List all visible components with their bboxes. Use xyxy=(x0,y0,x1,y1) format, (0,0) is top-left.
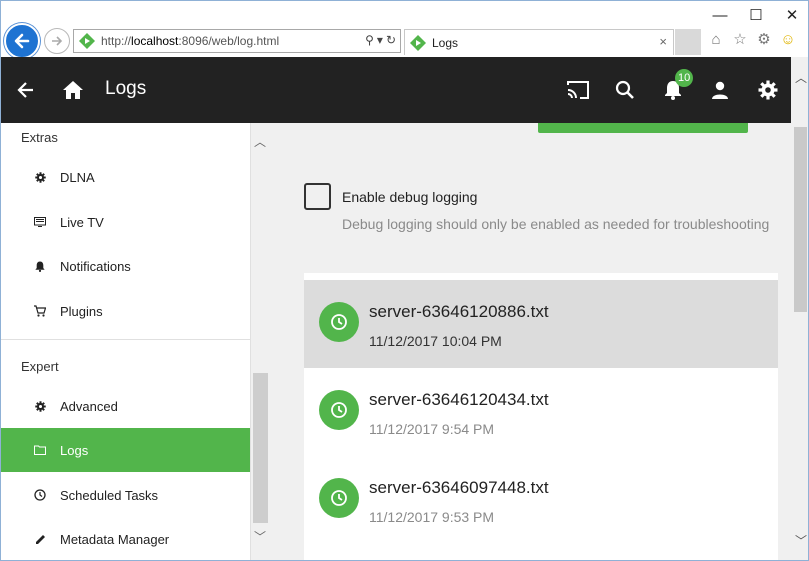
search-icon xyxy=(615,80,634,99)
debug-logging-label: Enable debug logging xyxy=(342,189,478,205)
settings-button[interactable] xyxy=(751,73,785,107)
arrow-left-icon xyxy=(14,33,30,49)
pencil-icon xyxy=(34,533,46,545)
window-controls: — ☐ ✕ xyxy=(702,1,808,29)
gear-icon xyxy=(34,400,46,412)
user-button[interactable] xyxy=(703,73,737,107)
minimize-button[interactable]: — xyxy=(702,1,738,29)
chevron-up-icon[interactable]: ︿ xyxy=(795,69,807,86)
settings-gear-icon[interactable]: ⚙ xyxy=(755,30,773,48)
page-title: Logs xyxy=(105,78,147,99)
sidebar-item-label: Scheduled Tasks xyxy=(60,487,159,503)
search-button[interactable] xyxy=(608,73,642,107)
cast-button[interactable] xyxy=(561,73,595,107)
browser-window: — ☐ ✕ http://localhost:8096/web/log.html… xyxy=(0,0,809,561)
sidebar-item-label: Logs xyxy=(60,442,89,458)
home-icon xyxy=(63,81,83,99)
emby-favicon-icon xyxy=(79,33,95,49)
debug-logging-checkbox[interactable] xyxy=(304,183,331,210)
app-header: Logs 10 xyxy=(1,57,808,123)
address-bar[interactable]: http://localhost:8096/web/log.html ⚲ ▾ ↻ xyxy=(73,29,401,53)
gear-icon xyxy=(34,171,46,183)
log-item[interactable]: server-63646120434.txt 11/12/2017 9:54 P… xyxy=(304,368,778,456)
sidebar-item-notifications[interactable]: Notifications xyxy=(1,244,250,288)
page-scrollbar[interactable]: ︿ ﹀ xyxy=(791,57,808,560)
clock-icon xyxy=(319,478,359,518)
sidebar-item-label: DLNA xyxy=(60,169,95,185)
bell-icon xyxy=(34,260,46,272)
user-icon xyxy=(712,81,728,99)
maximize-button[interactable]: ☐ xyxy=(738,1,774,29)
sidebar-item-logs[interactable]: Logs xyxy=(1,428,250,472)
tv-icon xyxy=(34,216,46,228)
sidebar-item-scheduled-tasks[interactable]: Scheduled Tasks xyxy=(1,473,250,517)
log-file-name: server-63646120886.txt xyxy=(369,302,549,321)
log-file-date: 11/12/2017 9:54 PM xyxy=(369,421,495,437)
home-icon[interactable]: ⌂ xyxy=(707,30,725,48)
cart-icon xyxy=(34,305,46,317)
sidebar-item-label: Notifications xyxy=(60,258,131,274)
log-file-name: server-63646097448.txt xyxy=(369,478,549,497)
new-tab-button[interactable] xyxy=(675,29,701,55)
browser-toolbar-icons: ⌂ ☆ ⚙ ☺ xyxy=(707,30,797,49)
main-content: Enable debug logging Debug logging shoul… xyxy=(270,123,791,560)
chevron-down-icon[interactable]: ﹀ xyxy=(795,532,807,549)
tab-close-icon[interactable]: × xyxy=(659,34,667,49)
scrollbar-thumb[interactable] xyxy=(794,127,807,312)
address-tools: ⚲ ▾ ↻ xyxy=(365,33,396,47)
address-url: http://localhost:8096/web/log.html xyxy=(101,34,280,48)
sidebar: Extras DLNA Live TV Notifications Plugin… xyxy=(1,123,251,560)
home-button[interactable] xyxy=(56,73,90,107)
clock-icon xyxy=(34,489,46,501)
sidebar-item-advanced[interactable]: Advanced xyxy=(1,384,250,428)
folder-icon xyxy=(34,444,46,456)
smiley-icon[interactable]: ☺ xyxy=(779,30,797,48)
log-file-date: 11/12/2017 10:04 PM xyxy=(369,333,502,349)
back-button[interactable] xyxy=(4,23,40,59)
action-button[interactable] xyxy=(538,123,748,133)
browser-chrome: — ☐ ✕ http://localhost:8096/web/log.html… xyxy=(1,1,808,59)
log-file-name: server-63646120434.txt xyxy=(369,390,549,409)
browser-tab[interactable]: Logs × xyxy=(404,29,674,55)
arrow-right-icon xyxy=(52,36,63,46)
notification-badge: 10 xyxy=(675,69,694,87)
chevron-down-icon[interactable]: ﹀ xyxy=(254,528,266,545)
sidebar-item-live-tv[interactable]: Live TV xyxy=(1,200,250,244)
close-button[interactable]: ✕ xyxy=(774,1,808,29)
log-list: server-63646120886.txt 11/12/2017 10:04 … xyxy=(304,273,778,560)
scrollbar-thumb[interactable] xyxy=(253,373,268,523)
sidebar-item-label: Plugins xyxy=(60,303,103,319)
sidebar-scrollbar[interactable]: ︿ ﹀ xyxy=(251,123,270,560)
chevron-up-icon[interactable]: ︿ xyxy=(254,133,266,150)
emby-favicon-icon xyxy=(410,34,426,51)
refresh-icon[interactable]: ↻ xyxy=(386,33,396,47)
sidebar-item-label: Advanced xyxy=(60,398,118,414)
forward-button[interactable] xyxy=(44,28,70,54)
dropdown-icon[interactable]: ▾ xyxy=(377,33,383,47)
favorites-star-icon[interactable]: ☆ xyxy=(731,30,749,48)
gear-icon xyxy=(758,80,778,100)
log-item[interactable]: server-63646120886.txt 11/12/2017 10:04 … xyxy=(304,280,778,368)
sidebar-item-dlna[interactable]: DLNA xyxy=(1,155,250,199)
log-item[interactable]: server-63646097448.txt 11/12/2017 9:53 P… xyxy=(304,456,778,544)
clock-icon xyxy=(319,302,359,342)
log-file-date: 11/12/2017 9:53 PM xyxy=(369,509,495,525)
debug-logging-help: Debug logging should only be enabled as … xyxy=(342,216,770,232)
sidebar-item-plugins[interactable]: Plugins xyxy=(1,289,250,333)
cast-icon xyxy=(567,81,589,99)
back-arrow-button[interactable] xyxy=(9,73,43,107)
search-icon[interactable]: ⚲ xyxy=(365,33,374,47)
sidebar-item-label: Metadata Manager xyxy=(60,531,170,547)
sidebar-heading-expert: Expert xyxy=(21,359,59,374)
arrow-left-icon xyxy=(17,82,33,98)
clock-icon xyxy=(319,390,359,430)
sidebar-item-metadata-manager[interactable]: Metadata Manager xyxy=(1,517,250,560)
sidebar-item-label: Live TV xyxy=(60,214,104,230)
sidebar-heading-extras: Extras xyxy=(21,130,58,145)
tab-title: Logs xyxy=(432,35,459,50)
sidebar-divider xyxy=(1,339,250,340)
